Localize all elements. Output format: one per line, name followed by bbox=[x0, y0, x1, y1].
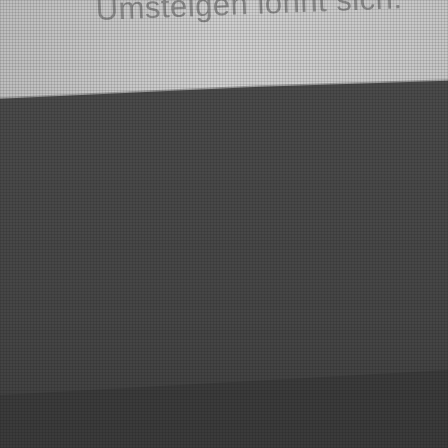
photo-scene: Umsteigen lohnt sich. bbox=[0, 0, 448, 448]
